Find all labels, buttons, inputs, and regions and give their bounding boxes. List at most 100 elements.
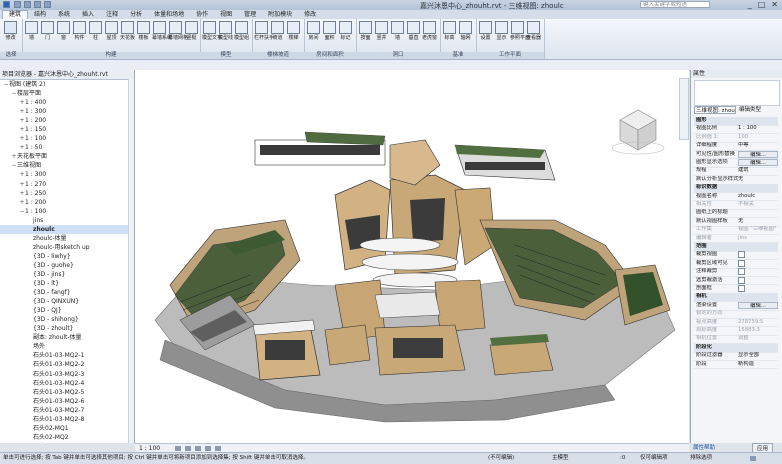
close-button[interactable]: ✕ xyxy=(771,1,778,9)
tree-item[interactable]: +1 : 300 xyxy=(0,107,134,116)
tab-addins[interactable]: 附加模块 xyxy=(262,11,298,19)
tree-item[interactable]: {3D - QJ} xyxy=(0,306,134,315)
tree-item[interactable]: {3D - QINXUN} xyxy=(0,297,134,306)
tree-item[interactable]: zhoulc-用sketch up xyxy=(0,243,134,252)
app-menu-button[interactable] xyxy=(3,1,10,8)
vertical-opening-button[interactable]: 垂直 xyxy=(406,21,421,43)
property-value[interactable]: 278759.5 xyxy=(738,319,778,327)
tab-structure[interactable]: 结构 xyxy=(28,11,52,19)
property-value[interactable]: 新构造 xyxy=(738,361,778,369)
tree-item[interactable]: +1 : 100 xyxy=(0,134,134,143)
open-icon[interactable] xyxy=(14,1,21,8)
show-button[interactable]: 显示 xyxy=(494,21,509,43)
tree-item[interactable]: jins xyxy=(0,216,134,225)
main-model-selector[interactable]: 主模型 xyxy=(552,453,569,464)
door-button[interactable]: 门 xyxy=(40,21,55,43)
checkbox-icon[interactable] xyxy=(738,277,745,284)
stair-button[interactable]: 楼梯 xyxy=(286,21,301,43)
set-button[interactable]: 设置 xyxy=(478,21,493,43)
tree-item[interactable]: −楼层平面 xyxy=(0,89,134,98)
property-value[interactable]: 无 xyxy=(738,176,778,184)
component-button[interactable]: 构件 xyxy=(72,21,87,43)
property-edit-button[interactable]: 编辑... xyxy=(738,151,778,158)
model-text-button[interactable]: 模型文字 xyxy=(202,21,217,43)
tree-item[interactable]: −1 : 100 xyxy=(0,207,134,216)
visual-style-icon[interactable] xyxy=(185,446,191,451)
tree-item[interactable]: +1 : 400 xyxy=(0,98,134,107)
tree-item[interactable]: zhoulc xyxy=(0,225,134,234)
tab-view[interactable]: 视图 xyxy=(214,11,238,19)
3d-view-canvas[interactable] xyxy=(135,70,689,443)
ramp-button[interactable]: 坡道 xyxy=(270,21,285,43)
tree-item[interactable]: 石头01-03-MQ2-3 xyxy=(0,370,134,379)
undo-icon[interactable] xyxy=(34,1,41,8)
tree-item[interactable]: {3D - shihong} xyxy=(0,315,134,324)
shadows-icon[interactable] xyxy=(205,446,211,451)
property-value[interactable]: 无 xyxy=(738,218,778,226)
level-button[interactable]: 标高 xyxy=(442,21,457,43)
ceiling-button[interactable]: 天花板 xyxy=(120,21,135,43)
tree-item[interactable]: {3D - liwhy} xyxy=(0,252,134,261)
tab-manage[interactable]: 管理 xyxy=(238,11,262,19)
search-input[interactable]: 键入关键字或短语 xyxy=(640,1,710,8)
property-value[interactable]: 视图 "三维视图" xyxy=(738,226,778,234)
room-button[interactable]: 房间 xyxy=(306,21,321,43)
detail-level-icon[interactable] xyxy=(175,446,181,451)
wall-button[interactable]: 墙 xyxy=(24,21,39,43)
save-icon[interactable] xyxy=(24,1,31,8)
dormer-button[interactable]: 老虎窗 xyxy=(422,21,437,43)
tab-modify[interactable]: 修改 xyxy=(298,11,322,19)
tree-item[interactable]: +1 : 250 xyxy=(0,189,134,198)
floor-button[interactable]: 楼板 xyxy=(136,21,151,43)
tree-item[interactable]: +1 : 50 xyxy=(0,143,134,152)
property-value[interactable]: 调整 xyxy=(738,335,778,343)
tree-item[interactable]: {3D - jins} xyxy=(0,270,134,279)
ref-plane-button[interactable]: 参照平面 xyxy=(510,21,525,43)
by-face-button[interactable]: 按面 xyxy=(358,21,373,43)
curtain-system-button[interactable]: 幕墙系统 xyxy=(152,21,167,43)
property-value[interactable]: 1 : 100 xyxy=(738,125,778,133)
property-value[interactable]: 中等 xyxy=(738,142,778,150)
tab-massing-site[interactable]: 体量和场地 xyxy=(148,11,190,19)
workset-status[interactable]: (不可编辑) xyxy=(488,453,514,464)
exclude-options-checkbox[interactable]: 排除选项 xyxy=(690,453,712,464)
property-value[interactable]: 15883.3 xyxy=(738,327,778,335)
tree-item[interactable]: 副本: zhoult-体量 xyxy=(0,333,134,342)
tree-item[interactable]: 石头01-03-MQ2-1 xyxy=(0,351,134,360)
crop-view-icon[interactable] xyxy=(215,446,221,451)
editable-only-checkbox[interactable]: 仅可编辑项 xyxy=(640,453,668,464)
properties-help-link[interactable]: 属性帮助 xyxy=(693,443,715,451)
tree-item[interactable]: +1 : 200 xyxy=(0,116,134,125)
checkbox-icon[interactable] xyxy=(738,260,745,267)
tree-item[interactable]: 石头01-03-MQ2-8 xyxy=(0,415,134,424)
tree-item[interactable]: +1 : 270 xyxy=(0,180,134,189)
window-button[interactable]: 窗 xyxy=(56,21,71,43)
property-value[interactable]: jins xyxy=(738,235,778,243)
navigation-bar[interactable] xyxy=(679,78,689,140)
model-group-button[interactable]: 模型组 xyxy=(234,21,249,43)
tree-item[interactable]: {3D - guohe} xyxy=(0,261,134,270)
redo-icon[interactable] xyxy=(44,1,51,8)
tree-item[interactable]: 石头01-03-MQ2-6 xyxy=(0,397,134,406)
tree-item[interactable]: 石头02-MQ1 xyxy=(0,424,134,433)
checkbox-icon[interactable] xyxy=(738,251,745,258)
shaft-button[interactable]: 竖井 xyxy=(374,21,389,43)
tag-button[interactable]: 标记 xyxy=(338,21,353,43)
tab-insert[interactable]: 插入 xyxy=(76,11,100,19)
tree-item[interactable]: {3D - lt} xyxy=(0,279,134,288)
viewer-button[interactable]: 查看器 xyxy=(526,21,541,43)
sun-path-icon[interactable] xyxy=(195,446,201,451)
grid-button[interactable]: 轴网 xyxy=(458,21,473,43)
filter-icon[interactable] xyxy=(750,456,756,461)
tree-item[interactable]: 石头01-03-MQ2-2 xyxy=(0,360,134,369)
wall-opening-button[interactable]: 墙 xyxy=(390,21,405,43)
tree-item[interactable]: 场外 xyxy=(0,342,134,351)
tree-item[interactable]: 石头02-MQ2 xyxy=(0,433,134,442)
project-browser-scrollbar[interactable] xyxy=(128,79,134,443)
area-button[interactable]: 面积 xyxy=(322,21,337,43)
checkbox-icon[interactable] xyxy=(738,285,745,292)
tree-item[interactable]: +1 : 150 xyxy=(0,125,134,134)
tree-item[interactable]: zhoulc-体量 xyxy=(0,234,134,243)
maximize-button[interactable]: □ xyxy=(758,1,766,9)
property-value[interactable]: 100 xyxy=(738,134,778,142)
